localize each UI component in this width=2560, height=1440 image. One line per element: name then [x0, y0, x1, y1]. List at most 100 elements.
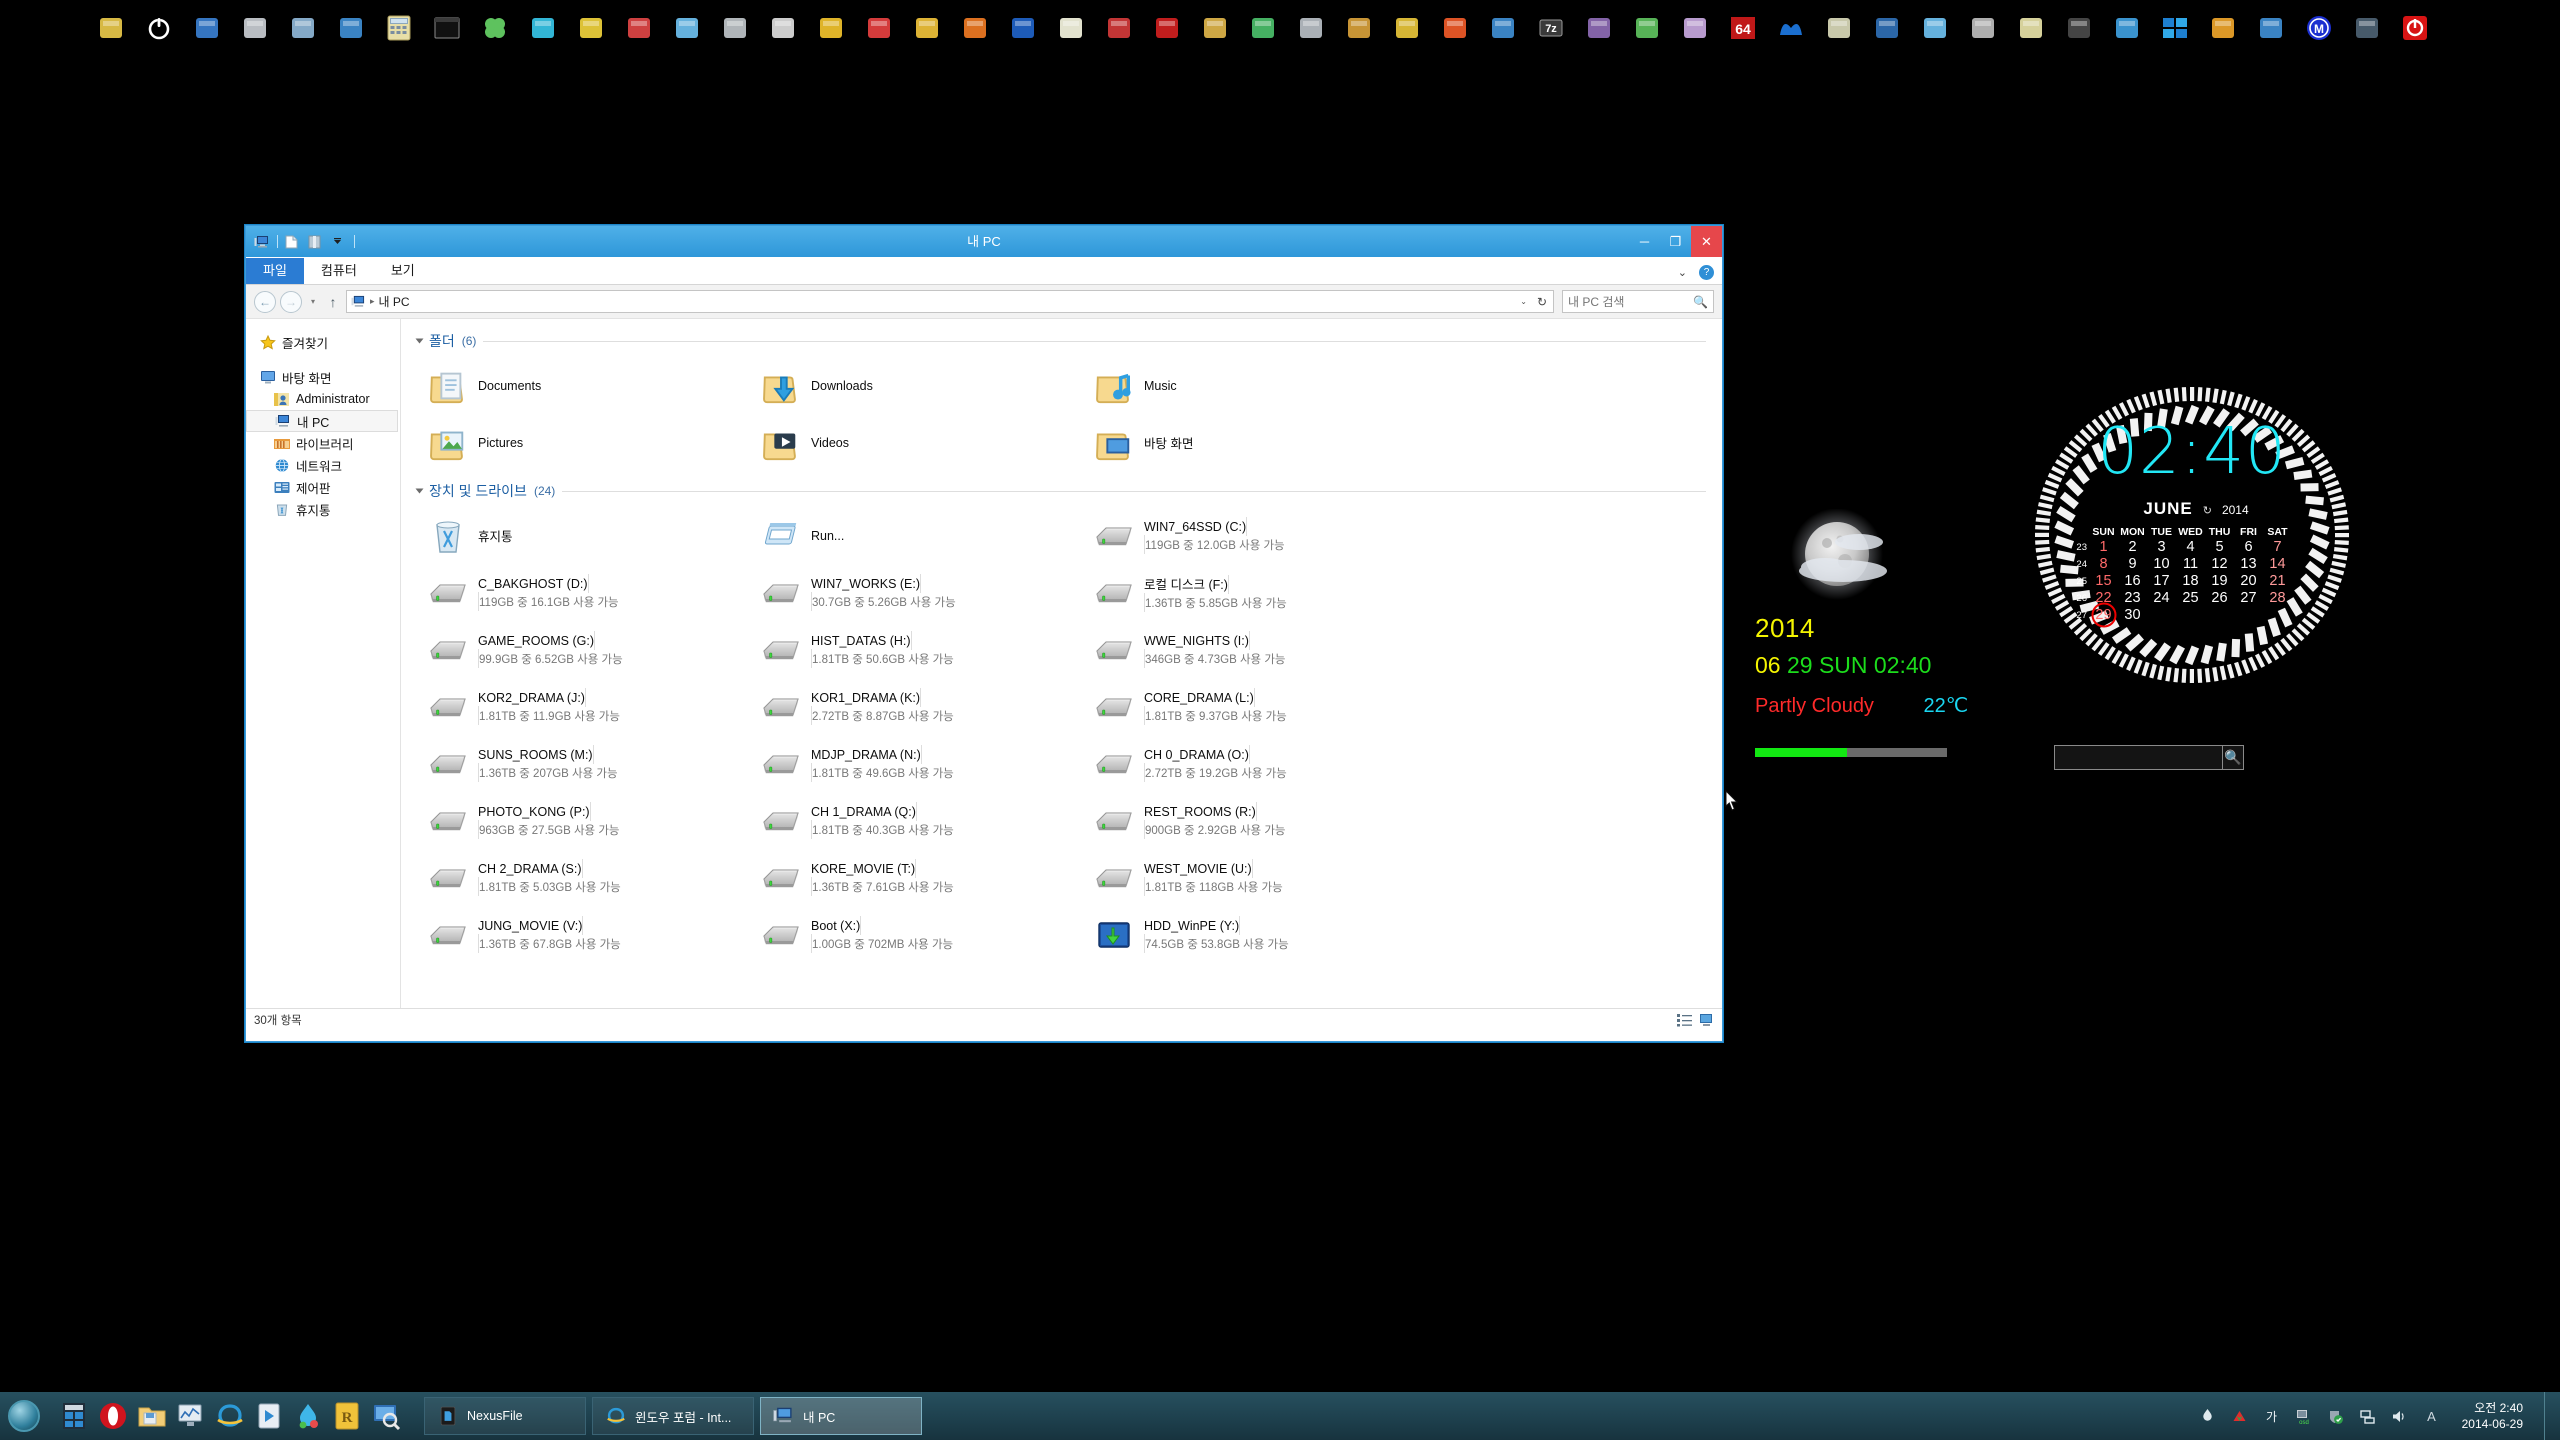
calendar-day[interactable]: 9 — [2118, 556, 2147, 572]
calendar-tile-icon[interactable] — [58, 1400, 90, 1432]
calculator-icon[interactable] — [384, 13, 414, 43]
wand-icon[interactable] — [912, 13, 942, 43]
sidebar-item-4[interactable]: 네트워크 — [246, 454, 400, 476]
calendar-day[interactable]: 12 — [2205, 556, 2234, 572]
windows-split-icon[interactable] — [2160, 13, 2190, 43]
folder-tile[interactable]: 바탕 화면 — [1093, 414, 1426, 471]
minimize-button[interactable]: ─ — [1629, 226, 1660, 257]
up-button[interactable]: ↑ — [324, 294, 342, 310]
calendar-day[interactable]: 19 — [2205, 573, 2234, 589]
drive-tile[interactable]: KOR1_DRAMA (K:) 2.72TB 중 8.87GB 사용 가능 — [760, 678, 1093, 735]
print-save-icon[interactable] — [720, 13, 750, 43]
folder-icon[interactable] — [136, 1400, 168, 1432]
search-icon[interactable]: 🔍 — [1693, 295, 1708, 309]
pie-check-icon[interactable] — [864, 13, 894, 43]
drive-tile[interactable]: WIN7_WORKS (E:) 30.7GB 중 5.26GB 사용 가능 — [760, 564, 1093, 621]
wim-icon[interactable] — [816, 13, 846, 43]
group-header-folders[interactable]: 폴더 (6) — [415, 331, 1706, 351]
flash-blue-icon[interactable] — [1488, 13, 1518, 43]
server-search-icon[interactable] — [1296, 13, 1326, 43]
gears-icon[interactable] — [2256, 13, 2286, 43]
cyan-gems-icon[interactable] — [528, 13, 558, 43]
new-file-icon[interactable] — [285, 235, 301, 249]
64-red-icon[interactable]: 64 — [1728, 13, 1758, 43]
drive-tile[interactable]: CH 0_DRAMA (O:) 2.72TB 중 19.2GB 사용 가능 — [1093, 735, 1426, 792]
doc-search-icon[interactable] — [2208, 13, 2238, 43]
drive-tile[interactable]: MDJP_DRAMA (N:) 1.81TB 중 49.6GB 사용 가능 — [760, 735, 1093, 792]
power-red-icon[interactable] — [2400, 13, 2430, 43]
drive-tile[interactable]: KORE_MOVIE (T:) 1.36TB 중 7.61GB 사용 가능 — [760, 849, 1093, 906]
calendar-day[interactable]: 23 — [2118, 590, 2147, 606]
group-header-devices[interactable]: 장치 및 드라이브 (24) — [415, 481, 1706, 501]
calendar-day[interactable]: 30 — [2118, 607, 2147, 623]
iso-green-icon[interactable] — [1632, 13, 1662, 43]
usb-blue-icon[interactable] — [2112, 13, 2142, 43]
tab-file[interactable]: 파일 — [246, 258, 304, 284]
desktop-search-widget[interactable]: 🔍 — [2054, 745, 2244, 770]
recycle-green-icon[interactable] — [1248, 13, 1278, 43]
properties-icon[interactable] — [308, 235, 324, 249]
folder-tile[interactable]: Videos — [760, 414, 1093, 471]
gold-magnifier-icon[interactable] — [1344, 13, 1374, 43]
sidebar-item-5[interactable]: 제어판 — [246, 476, 400, 498]
folder-tile[interactable]: Downloads — [760, 357, 1093, 414]
recent-locations-icon[interactable]: ▾ — [306, 297, 320, 306]
taskbar-task[interactable]: 윈도우 포럼 - Int... — [592, 1397, 754, 1435]
calendar-day[interactable]: 16 — [2118, 573, 2147, 589]
disk-magnify-icon[interactable] — [1920, 13, 1950, 43]
sidebar-item-favorites[interactable]: 즐겨찾기 — [246, 331, 400, 353]
blue-partial-icon[interactable] — [1872, 13, 1902, 43]
back-button[interactable]: ← — [254, 290, 276, 313]
media-player-icon[interactable] — [253, 1400, 285, 1432]
drive-tile[interactable]: 로컬 디스크 (F:) 1.36TB 중 5.85GB 사용 가능 — [1093, 564, 1426, 621]
calendar-day[interactable]: 7 — [2263, 539, 2292, 555]
red-undo-icon[interactable] — [1152, 13, 1182, 43]
water-drop-icon[interactable] — [2198, 1407, 2217, 1426]
drive-tile[interactable]: WEST_MOVIE (U:) 1.81TB 중 118GB 사용 가능 — [1093, 849, 1426, 906]
taskbar-task[interactable]: 내 PC — [760, 1397, 922, 1435]
r-app-icon[interactable]: R — [331, 1400, 363, 1432]
calendar-day[interactable]: 10 — [2147, 556, 2176, 572]
g-orange-icon[interactable] — [960, 13, 990, 43]
drive-tile[interactable]: HIST_DATAS (H:) 1.81TB 중 50.6GB 사용 가능 — [760, 621, 1093, 678]
calendar-day[interactable]: 24 — [2147, 590, 2176, 606]
hardhat-disk-icon[interactable] — [1392, 13, 1422, 43]
search-field[interactable] — [1568, 294, 1708, 309]
water-drop-icon[interactable] — [292, 1400, 324, 1432]
sidebar-item-6[interactable]: 휴지통 — [246, 498, 400, 520]
calendar-day[interactable]: 25 — [2176, 590, 2205, 606]
calendar-day[interactable]: 14 — [2263, 556, 2292, 572]
calendar-day[interactable]: 11 — [2176, 556, 2205, 572]
printer-icon[interactable] — [240, 13, 270, 43]
chevron-down-icon[interactable]: ⌄ — [1520, 297, 1527, 306]
calendar-day[interactable]: 27 — [2234, 590, 2263, 606]
m-circle-icon[interactable]: M — [2304, 13, 2334, 43]
tools-icon[interactable] — [1968, 13, 1998, 43]
opera-icon[interactable] — [97, 1400, 129, 1432]
sidebar-item-3[interactable]: 라이브러리 — [246, 432, 400, 454]
calendar-day[interactable]: 5 — [2205, 539, 2234, 555]
my-pc-icon[interactable] — [254, 235, 270, 249]
monitor-blue-icon[interactable] — [192, 13, 222, 43]
breadcrumb[interactable]: ▸ 내 PC ⌄ ↻ — [346, 290, 1554, 313]
usb-black-icon[interactable] — [2064, 13, 2094, 43]
disc-purple-icon[interactable] — [1680, 13, 1710, 43]
calendar-day[interactable]: 13 — [2234, 556, 2263, 572]
taskbar-task[interactable]: NexusFile — [424, 1397, 586, 1435]
sidebar-item-1[interactable]: Administrator — [246, 388, 400, 410]
ghost-blue-icon[interactable] — [1008, 13, 1038, 43]
drive-tile[interactable]: PHOTO_KONG (P:) 963GB 중 27.5GB 사용 가능 — [427, 792, 760, 849]
drive-tile[interactable]: C_BAKGHOST (D:) 119GB 중 16.1GB 사용 가능 — [427, 564, 760, 621]
drive-tile[interactable]: CH 1_DRAMA (Q:) 1.81TB 중 40.3GB 사용 가능 — [760, 792, 1093, 849]
drive-tile[interactable]: CORE_DRAMA (L:) 1.81TB 중 9.37GB 사용 가능 — [1093, 678, 1426, 735]
calendar-day[interactable]: 4 — [2176, 539, 2205, 555]
help-icon[interactable]: ? — [1699, 265, 1714, 280]
drive-tile[interactable]: GAME_ROOMS (G:) 99.9GB 중 6.52GB 사용 가능 — [427, 621, 760, 678]
card-icon[interactable] — [336, 13, 366, 43]
calendar-day[interactable]: 26 — [2205, 590, 2234, 606]
monitor-graph-icon[interactable] — [175, 1400, 207, 1432]
drive-tile[interactable]: Run... — [760, 507, 1093, 564]
note-icon[interactable] — [1824, 13, 1854, 43]
ime-a-icon[interactable]: A — [2422, 1407, 2441, 1426]
security-shield-icon[interactable] — [2326, 1407, 2345, 1426]
